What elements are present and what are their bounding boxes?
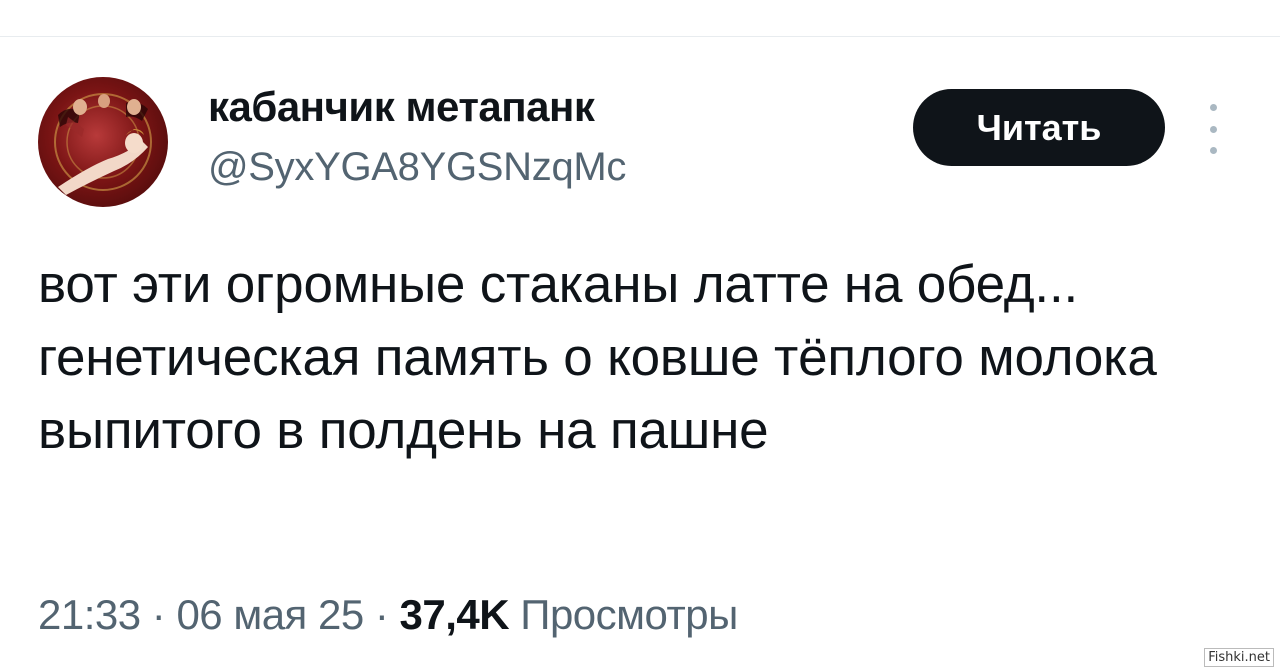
tweet-text: вот эти огромные стаканы латте на обед..… [38,255,1157,460]
avatar-image [54,93,152,195]
follow-button-label: Читать [976,106,1102,148]
author-display-name[interactable]: кабанчик метапанк [208,83,595,131]
more-dot [1209,147,1217,154]
more-vertical-icon[interactable] [1203,104,1223,154]
meta-separator: · [363,591,400,638]
views-count[interactable]: 37,4K [400,591,510,638]
tweet-meta: 21:33 · 06 мая 25 · 37,4K Просмотры [38,591,738,639]
follow-button[interactable]: Читать [913,89,1165,166]
more-dot [1209,104,1217,111]
watermark: Fishki.net [1204,648,1274,667]
meta-separator: · [140,591,177,638]
top-divider [0,36,1280,37]
tweet-date[interactable]: 06 мая 25 [176,591,364,638]
more-dot [1209,125,1217,133]
tweet-time[interactable]: 21:33 [38,591,141,638]
author-avatar[interactable] [38,77,168,207]
author-handle[interactable]: @SyxYGA8YGSNzqMc [208,145,626,190]
views-label: Просмотры [520,591,738,638]
